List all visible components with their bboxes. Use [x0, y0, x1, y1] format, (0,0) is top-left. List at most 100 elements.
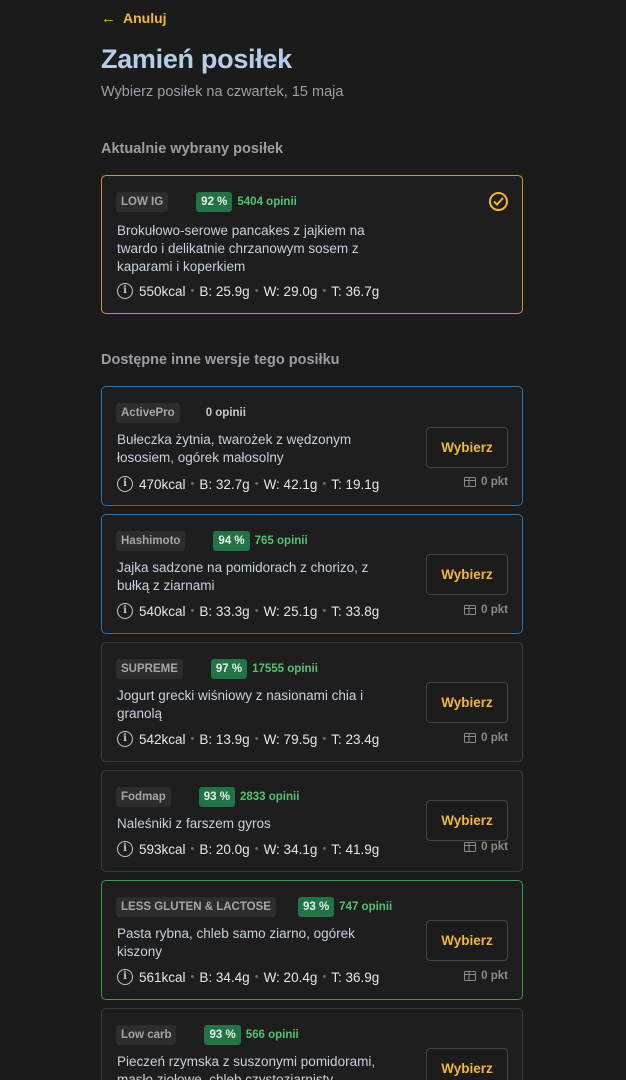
meal-badges: SUPREME 97 % 17555 opinii: [116, 659, 318, 679]
alternative-meal-card: LESS GLUTEN & LACTOSE 93 % 747 opinii Pa…: [101, 880, 523, 1000]
fat-value: T: 33.8g: [331, 603, 380, 619]
choose-button[interactable]: Wybierz: [426, 1048, 508, 1080]
info-icon[interactable]: i: [117, 283, 133, 299]
swap-meal-page: ← Anuluj Zamień posiłek Wybierz posiłek …: [0, 0, 626, 1080]
separator-dot: •: [254, 478, 259, 490]
carbs-value: W: 25.1g: [263, 603, 318, 619]
info-icon[interactable]: i: [117, 476, 133, 492]
carbs-value: W: 29.0g: [263, 283, 318, 299]
separator-dot: •: [322, 971, 327, 983]
opinions-count: 2833 opinii: [239, 791, 300, 803]
kcal-value: 542kcal: [139, 731, 186, 747]
separator-dot: •: [322, 733, 327, 745]
wallet-icon: [464, 842, 477, 852]
separator-dot: •: [322, 478, 327, 490]
wallet-icon: [464, 477, 477, 487]
choose-button[interactable]: Wybierz: [426, 920, 508, 961]
meal-badges: LOW IG 92 % 5404 opinii: [116, 192, 297, 212]
meal-badges: Hashimoto 94 % 765 opinii: [116, 531, 308, 551]
meal-name: Bułeczka żytnia, twarożek z wędzonym łos…: [117, 432, 352, 465]
info-icon[interactable]: i: [117, 731, 133, 747]
separator-dot: •: [322, 285, 327, 297]
diet-tag: SUPREME: [116, 659, 183, 679]
opinions-count: 17555 opinii: [252, 663, 318, 675]
diet-tag: LOW IG: [116, 192, 169, 212]
cancel-label: Anuluj: [123, 10, 167, 26]
wallet-icon: [464, 733, 477, 743]
info-icon[interactable]: i: [117, 841, 133, 857]
meal-macros: i 470kcal • B: 32.7g • W: 42.1g • T: 19.1g: [117, 475, 379, 493]
points-value: 0 pkt: [481, 732, 508, 744]
fat-value: T: 19.1g: [331, 476, 380, 492]
points-info: 0 pkt: [464, 732, 508, 744]
carbs-value: W: 79.5g: [263, 731, 318, 747]
wallet-icon: [464, 605, 477, 615]
meal-badges: ActivePro 0 opinii: [116, 403, 246, 423]
opinions-count: 566 opinii: [245, 1029, 299, 1041]
alternative-meal-card: Hashimoto 94 % 765 opinii Jajka sadzone …: [101, 514, 523, 634]
points-info: 0 pkt: [464, 841, 508, 853]
separator-dot: •: [254, 843, 259, 855]
current-meal-heading: Aktualnie wybrany posiłek: [101, 141, 284, 157]
alternative-meal-card: ActivePro 0 opinii Bułeczka żytnia, twar…: [101, 386, 523, 506]
diet-tag: ActivePro: [116, 403, 180, 423]
alternative-meal-card: Low carb 93 % 566 opinii Pieczeń rzymska…: [101, 1008, 523, 1080]
carbs-value: W: 20.4g: [263, 969, 318, 985]
separator-dot: •: [190, 971, 195, 983]
points-info: 0 pkt: [464, 604, 508, 616]
fat-value: T: 23.4g: [331, 731, 380, 747]
separator-dot: •: [254, 971, 259, 983]
opinions-count: 5404 opinii: [237, 196, 297, 208]
meal-macros: i 593kcal • B: 20.0g • W: 34.1g • T: 41.9g: [117, 840, 379, 858]
choose-button[interactable]: Wybierz: [426, 800, 508, 841]
alternative-meal-card: Fodmap 93 % 2833 opinii Naleśniki z fars…: [101, 770, 523, 872]
separator-dot: •: [322, 605, 327, 617]
meal-badges: Fodmap 93 % 2833 opinii: [116, 787, 299, 807]
points-value: 0 pkt: [481, 604, 508, 616]
wallet-icon: [464, 971, 477, 981]
info-icon[interactable]: i: [117, 969, 133, 985]
meal-macros: i 561kcal • B: 34.4g • W: 20.4g • T: 36.9g: [117, 968, 379, 986]
info-icon[interactable]: i: [117, 603, 133, 619]
choose-button[interactable]: Wybierz: [426, 682, 508, 723]
separator-dot: •: [190, 605, 195, 617]
kcal-value: 540kcal: [139, 603, 186, 619]
diet-tag: LESS GLUTEN & LACTOSE: [116, 897, 276, 917]
meal-macros: i 542kcal • B: 13.9g • W: 79.5g • T: 23.4g: [117, 730, 379, 748]
choose-button[interactable]: Wybierz: [426, 554, 508, 595]
diet-tag: Fodmap: [116, 787, 171, 807]
cancel-link[interactable]: ← Anuluj: [101, 10, 167, 26]
kcal-value: 470kcal: [139, 476, 186, 492]
protein-value: B: 25.9g: [199, 283, 250, 299]
check-circle-icon: [489, 192, 508, 211]
rating-badge: 93 %: [204, 1025, 241, 1045]
protein-value: B: 34.4g: [199, 969, 250, 985]
meal-badges: Low carb 93 % 566 opinii: [116, 1025, 299, 1045]
separator-dot: •: [254, 605, 259, 617]
rating-badge: 93 %: [297, 897, 335, 917]
meal-name: Jajka sadzone na pomidorach z chorizo, z…: [117, 560, 369, 593]
fat-value: T: 36.7g: [331, 283, 380, 299]
points-info: 0 pkt: [464, 476, 508, 488]
separator-dot: •: [190, 843, 195, 855]
rating-badge: 93 %: [198, 787, 235, 807]
points-info: 0 pkt: [464, 970, 508, 982]
meal-macros: i 550kcal • B: 25.9g • W: 29.0g • T: 36.7g: [117, 282, 379, 300]
fat-value: T: 41.9g: [331, 841, 380, 857]
carbs-value: W: 34.1g: [263, 841, 318, 857]
meal-name: Pasta rybna, chleb samo ziarno, ogórek k…: [117, 926, 355, 959]
fat-value: T: 36.9g: [331, 969, 380, 985]
kcal-value: 593kcal: [139, 841, 186, 857]
rating-badge: 97 %: [210, 659, 248, 679]
separator-dot: •: [190, 478, 195, 490]
separator-dot: •: [190, 285, 195, 297]
meal-macros: i 540kcal • B: 33.3g • W: 25.1g • T: 33.8g: [117, 602, 379, 620]
rating-badge: 92 %: [196, 192, 233, 212]
separator-dot: •: [254, 733, 259, 745]
protein-value: B: 13.9g: [199, 731, 250, 747]
choose-button[interactable]: Wybierz: [426, 427, 508, 468]
kcal-value: 561kcal: [139, 969, 186, 985]
opinions-count: 747 opinii: [339, 901, 393, 913]
alternatives-heading: Dostępne inne wersje tego posiłku: [101, 352, 340, 368]
kcal-value: 550kcal: [139, 283, 186, 299]
